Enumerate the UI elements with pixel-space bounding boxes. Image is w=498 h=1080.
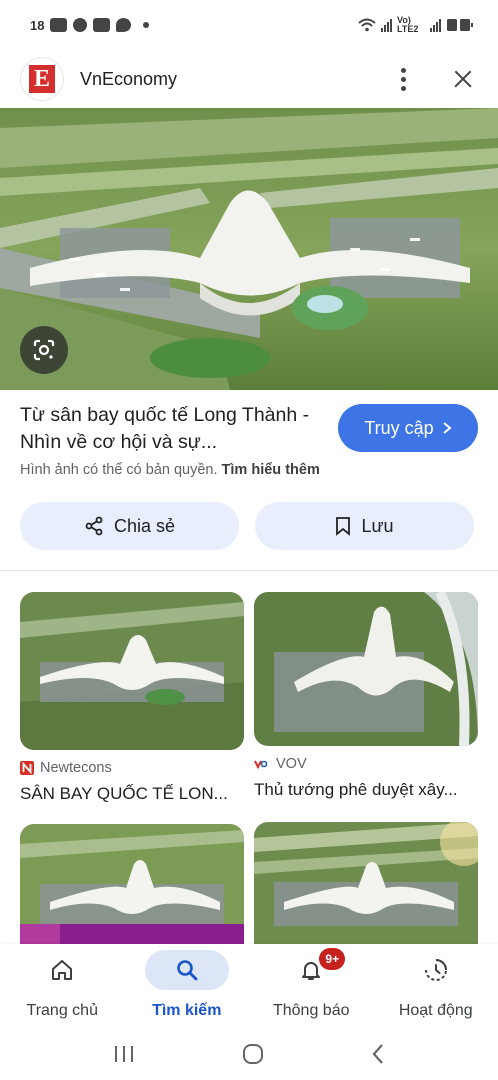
- related-source-name: VOV: [276, 756, 307, 772]
- back-icon[interactable]: [370, 1042, 386, 1066]
- google-lens-icon: [33, 339, 55, 361]
- signal-icon-2: [430, 18, 441, 32]
- divider: [0, 570, 498, 571]
- source-header: E VnEconomy: [0, 50, 498, 108]
- visit-button[interactable]: Truy cập: [338, 404, 478, 452]
- related-source-name: Newtecons: [40, 760, 112, 776]
- share-button[interactable]: Chia sẻ: [20, 502, 239, 550]
- related-thumbnail: [254, 592, 478, 746]
- chat-icon: [116, 18, 132, 32]
- activity-icon: [424, 959, 447, 981]
- related-card-1[interactable]: Newtecons SÂN BAY QUỐC TẾ LON...: [20, 592, 244, 804]
- learn-more-link[interactable]: Tìm hiểu thêm: [222, 462, 320, 478]
- airport-thumbnail-image: [20, 824, 244, 944]
- home-button-icon[interactable]: [241, 1042, 265, 1066]
- nav-home[interactable]: Trang chủ: [0, 944, 124, 1028]
- share-icon: [85, 516, 103, 536]
- gallery-icon: [93, 18, 111, 32]
- airport-thumbnail-image: [254, 822, 478, 944]
- notification-badge: 9+: [319, 948, 346, 970]
- nav-search[interactable]: Tìm kiếm: [125, 944, 249, 1028]
- favicon-letter: E: [29, 65, 55, 93]
- chevron-right-icon: [443, 422, 452, 434]
- source-name[interactable]: VnEconomy: [80, 69, 388, 90]
- related-thumbnail: [254, 822, 478, 944]
- nav-activity[interactable]: Hoạt động: [374, 944, 498, 1028]
- bookmark-icon: [336, 517, 351, 536]
- related-card-4[interactable]: [254, 822, 478, 944]
- battery-icon: [447, 19, 473, 31]
- save-label: Lưu: [361, 515, 394, 536]
- bottom-navigation: Trang chủ Tìm kiếm 9+ Thông báo Hoạt độn…: [0, 944, 498, 1028]
- related-thumbnail: [20, 824, 244, 944]
- related-title[interactable]: SÂN BAY QUỐC TẾ LON...: [20, 784, 244, 804]
- status-time: 18: [30, 17, 45, 33]
- more-options-button[interactable]: [388, 59, 418, 99]
- save-button[interactable]: Lưu: [255, 502, 474, 550]
- nav-notifications-label: Thông báo: [272, 1002, 350, 1019]
- nav-search-label: Tìm kiếm: [152, 1002, 222, 1019]
- more-notifications-dot: [143, 22, 150, 28]
- related-card-3[interactable]: [20, 824, 244, 944]
- related-source: VOV: [254, 756, 478, 772]
- source-favicon: E: [20, 57, 64, 101]
- notification-icon: [50, 18, 68, 32]
- copyright-text: Hình ảnh có thể có bản quyền.: [20, 462, 218, 478]
- recent-apps-icon[interactable]: [112, 1044, 136, 1064]
- hero-image[interactable]: [0, 108, 498, 390]
- more-vert-icon: [400, 67, 406, 73]
- facebook-icon: [73, 18, 88, 32]
- airport-thumbnail-image: [20, 592, 244, 750]
- close-button[interactable]: [448, 64, 478, 94]
- network-label: Vo) LTE2: [397, 15, 419, 34]
- signal-icon: [381, 18, 392, 32]
- airport-render-image: [0, 108, 498, 390]
- visit-label: Truy cập: [364, 417, 434, 438]
- related-card-2[interactable]: VOV Thủ tướng phê duyệt xây...: [254, 592, 478, 800]
- share-label: Chia sẻ: [113, 515, 176, 536]
- lens-button[interactable]: [20, 326, 68, 374]
- copyright-notice: Hình ảnh có thể có bản quyền. Tìm hiểu t…: [20, 462, 320, 478]
- related-title[interactable]: Thủ tướng phê duyệt xây...: [254, 780, 478, 800]
- wifi-icon: [358, 18, 376, 32]
- home-icon: [52, 960, 73, 980]
- nav-notifications[interactable]: 9+ Thông báo: [249, 944, 373, 1028]
- system-navigation-bar: [0, 1028, 498, 1080]
- related-thumbnail: [20, 592, 244, 750]
- nav-activity-label: Hoạt động: [398, 1002, 473, 1019]
- result-title[interactable]: Từ sân bay quốc tế Long Thành - Nhìn về …: [20, 402, 320, 456]
- newtecons-logo-icon: [20, 761, 34, 775]
- search-icon: [176, 960, 198, 981]
- action-row: Chia sẻ Lưu: [20, 502, 474, 550]
- result-title-row: Từ sân bay quốc tế Long Thành - Nhìn về …: [20, 402, 478, 456]
- status-bar: 18 Vo) LTE2: [0, 0, 498, 50]
- related-source: Newtecons: [20, 760, 244, 776]
- airport-thumbnail-image: [254, 592, 478, 746]
- nav-home-label: Trang chủ: [26, 1002, 98, 1019]
- vov-logo-icon: [254, 760, 268, 769]
